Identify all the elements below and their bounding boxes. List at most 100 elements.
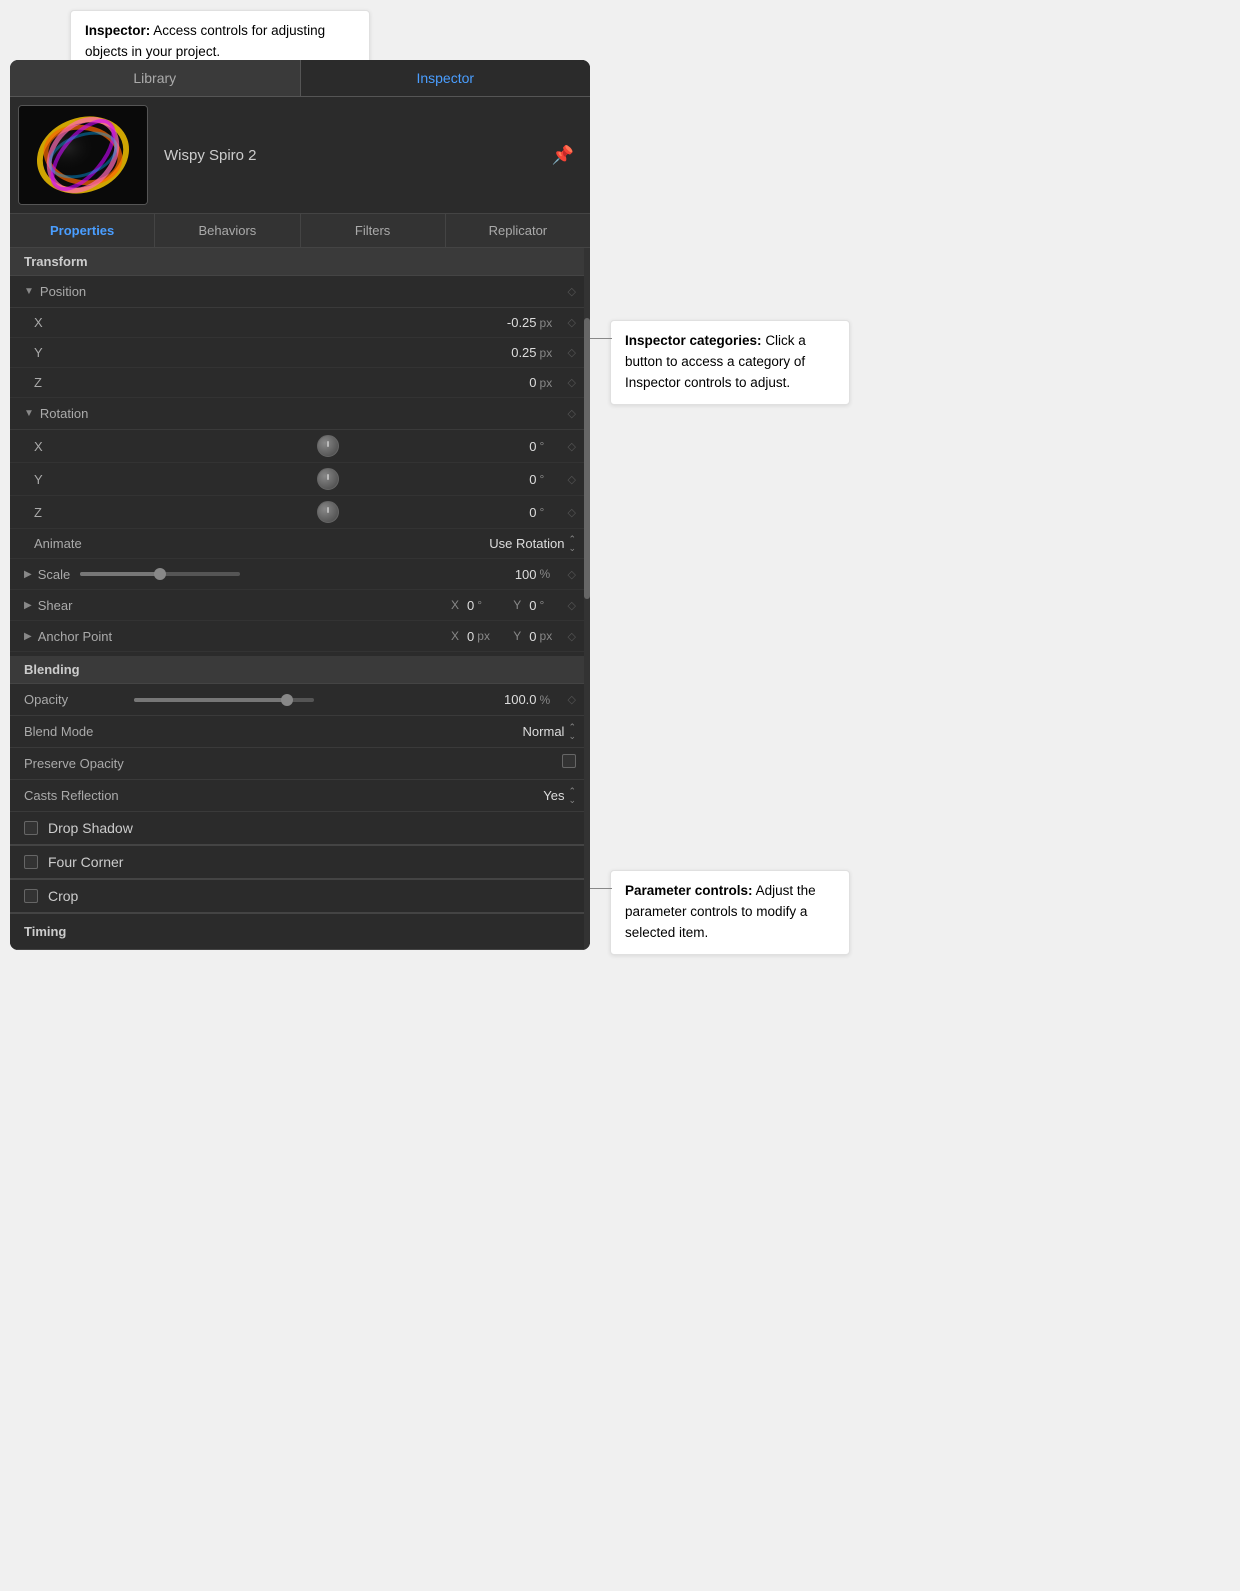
position-y-unit: px bbox=[540, 346, 560, 360]
animate-row: Animate Use Rotation ⌃⌄ bbox=[10, 529, 590, 559]
rotation-x-value[interactable]: 0 bbox=[529, 439, 536, 454]
casts-reflection-arrows: ⌃⌄ bbox=[568, 787, 576, 805]
animate-selector[interactable]: Use Rotation ⌃⌄ bbox=[489, 535, 576, 553]
anchor-diamond[interactable]: ◇ bbox=[568, 630, 576, 643]
category-properties[interactable]: Properties bbox=[10, 214, 155, 247]
category-behaviors[interactable]: Behaviors bbox=[155, 214, 300, 247]
rotation-y-value[interactable]: 0 bbox=[529, 472, 536, 487]
position-y-row: Y 0.25 px ◇ bbox=[10, 338, 590, 368]
tab-inspector[interactable]: Inspector bbox=[301, 60, 591, 96]
four-corner-checkbox[interactable] bbox=[24, 855, 38, 869]
rotation-z-label: Z bbox=[34, 505, 134, 520]
shear-diamond[interactable]: ◇ bbox=[568, 599, 576, 612]
position-z-row: Z 0 px ◇ bbox=[10, 368, 590, 398]
scrollbar[interactable] bbox=[584, 248, 590, 950]
position-z-diamond[interactable]: ◇ bbox=[568, 376, 576, 389]
opacity-value[interactable]: 100.0 bbox=[504, 692, 537, 707]
shear-y-label: Y bbox=[513, 598, 521, 612]
opacity-slider-thumb[interactable] bbox=[281, 694, 293, 706]
blend-mode-label: Blend Mode bbox=[24, 724, 124, 739]
blend-mode-selector[interactable]: Normal ⌃⌄ bbox=[523, 723, 576, 741]
animate-arrows: ⌃⌄ bbox=[568, 535, 576, 553]
parameter-callout-arrow bbox=[590, 888, 612, 889]
rotation-y-dial[interactable] bbox=[317, 468, 339, 490]
inspector-panel: Library Inspector Wispy Spiro 2 📌 bbox=[10, 60, 590, 950]
anchor-x-unit: px bbox=[477, 629, 497, 643]
rotation-z-dial[interactable] bbox=[317, 501, 339, 523]
scrollbar-thumb[interactable] bbox=[584, 318, 590, 599]
casts-reflection-label: Casts Reflection bbox=[24, 788, 124, 803]
category-filters[interactable]: Filters bbox=[301, 214, 446, 247]
preserve-opacity-row: Preserve Opacity bbox=[10, 748, 590, 780]
rotation-y-row: Y 0 ° ◇ bbox=[10, 463, 590, 496]
crop-checkbox[interactable] bbox=[24, 889, 38, 903]
opacity-slider[interactable] bbox=[134, 698, 314, 702]
opacity-diamond[interactable]: ◇ bbox=[568, 693, 576, 706]
position-z-value[interactable]: 0 bbox=[529, 375, 536, 390]
parameter-controls-callout: Parameter controls: Adjust the parameter… bbox=[610, 870, 850, 955]
shear-x-value[interactable]: 0 bbox=[467, 598, 474, 613]
scale-triangle[interactable] bbox=[24, 569, 32, 580]
shear-triangle[interactable] bbox=[24, 600, 32, 611]
rotation-z-value[interactable]: 0 bbox=[529, 505, 536, 520]
rotation-x-label: X bbox=[34, 439, 134, 454]
position-z-label: Z bbox=[34, 375, 134, 390]
rotation-label: Rotation bbox=[40, 406, 88, 421]
scale-slider-thumb[interactable] bbox=[154, 568, 166, 580]
casts-reflection-value: Yes bbox=[543, 788, 564, 803]
drop-shadow-checkbox[interactable] bbox=[24, 821, 38, 835]
pin-icon[interactable]: 📌 bbox=[552, 145, 574, 166]
rotation-y-unit: ° bbox=[540, 472, 560, 486]
casts-reflection-selector[interactable]: Yes ⌃⌄ bbox=[543, 787, 576, 805]
transform-section-header: Transform bbox=[10, 248, 590, 276]
shear-y-value[interactable]: 0 bbox=[529, 598, 536, 613]
rotation-z-unit: ° bbox=[540, 505, 560, 519]
animate-label: Animate bbox=[34, 536, 134, 551]
rotation-triangle bbox=[24, 408, 34, 419]
category-replicator[interactable]: Replicator bbox=[446, 214, 590, 247]
position-y-value[interactable]: 0.25 bbox=[511, 345, 536, 360]
blend-mode-row: Blend Mode Normal ⌃⌄ bbox=[10, 716, 590, 748]
crop-section[interactable]: Crop bbox=[10, 880, 590, 913]
rotation-diamond[interactable]: ◇ bbox=[568, 407, 576, 420]
rotation-z-row: Z 0 ° ◇ bbox=[10, 496, 590, 529]
tooltip-title: Inspector: bbox=[85, 23, 150, 38]
drop-shadow-section[interactable]: Drop Shadow bbox=[10, 812, 590, 845]
rotation-x-diamond[interactable]: ◇ bbox=[568, 440, 576, 453]
anchor-fields: X 0 px Y 0 px bbox=[112, 629, 559, 644]
anchor-label: Anchor Point bbox=[38, 629, 112, 644]
rotation-y-diamond[interactable]: ◇ bbox=[568, 473, 576, 486]
rotation-z-diamond[interactable]: ◇ bbox=[568, 506, 576, 519]
opacity-slider-fill bbox=[134, 698, 287, 702]
scale-unit: % bbox=[540, 567, 560, 581]
preview-thumbnail bbox=[18, 105, 148, 205]
position-x-value[interactable]: -0.25 bbox=[507, 315, 537, 330]
preview-header: Wispy Spiro 2 📌 bbox=[10, 97, 590, 214]
scale-row: Scale 100 % ◇ bbox=[10, 559, 590, 590]
four-corner-section[interactable]: Four Corner bbox=[10, 846, 590, 879]
scale-slider[interactable] bbox=[80, 572, 240, 576]
blending-section-header: Blending bbox=[10, 656, 590, 684]
blend-mode-value: Normal bbox=[523, 724, 565, 739]
preserve-opacity-checkbox[interactable] bbox=[562, 754, 576, 768]
anchor-y-value[interactable]: 0 bbox=[529, 629, 536, 644]
categories-callout-arrow bbox=[590, 338, 612, 339]
position-disclosure[interactable]: Position ◇ bbox=[10, 276, 590, 308]
rotation-disclosure[interactable]: Rotation ◇ bbox=[10, 398, 590, 430]
position-diamond[interactable]: ◇ bbox=[568, 285, 576, 298]
rotation-x-dial[interactable] bbox=[317, 435, 339, 457]
tab-library[interactable]: Library bbox=[10, 60, 301, 96]
position-x-diamond[interactable]: ◇ bbox=[568, 316, 576, 329]
scale-diamond[interactable]: ◇ bbox=[568, 568, 576, 581]
scale-value[interactable]: 100 bbox=[515, 567, 537, 582]
position-y-diamond[interactable]: ◇ bbox=[568, 346, 576, 359]
four-corner-label: Four Corner bbox=[48, 854, 123, 870]
rotation-y-label: Y bbox=[34, 472, 134, 487]
anchor-triangle[interactable] bbox=[24, 631, 32, 642]
shear-label: Shear bbox=[38, 598, 73, 613]
position-z-unit: px bbox=[540, 376, 560, 390]
anchor-x-value[interactable]: 0 bbox=[467, 629, 474, 644]
anchor-y-unit: px bbox=[540, 629, 560, 643]
position-y-label: Y bbox=[34, 345, 134, 360]
parameter-callout-title: Parameter controls: bbox=[625, 883, 753, 898]
